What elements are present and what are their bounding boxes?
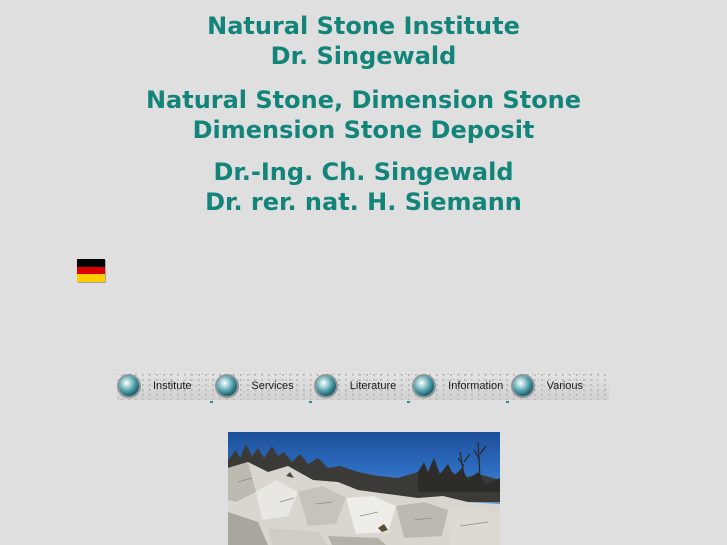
orb-bullet-icon bbox=[119, 376, 139, 396]
people-block: Dr.-Ing. Ch. Singewald Dr. rer. nat. H. … bbox=[0, 157, 727, 217]
nav-item-literature[interactable]: Literature bbox=[314, 372, 412, 403]
link-underline-mark bbox=[308, 401, 312, 403]
link-underline-mark bbox=[505, 401, 509, 403]
marble-quarry-photo bbox=[228, 432, 500, 545]
quarry-illustration bbox=[228, 441, 500, 545]
orb-bullet-icon bbox=[512, 376, 533, 396]
orb-bullet-icon bbox=[315, 376, 336, 396]
flag-stripe-gold bbox=[77, 274, 105, 283]
nav-label-information: Information bbox=[448, 380, 504, 392]
nav-label-institute: Institute bbox=[153, 380, 192, 392]
link-underline-mark bbox=[407, 401, 411, 403]
person-2: Dr. rer. nat. H. Siemann bbox=[205, 188, 522, 216]
flag-stripe-red bbox=[77, 266, 105, 275]
main-navigation: Institute Services Literature Informatio… bbox=[117, 372, 609, 403]
german-flag-icon[interactable] bbox=[77, 259, 105, 283]
page: Natural Stone Institute Dr. Singewald Na… bbox=[0, 0, 727, 545]
nav-item-institute[interactable]: Institute bbox=[117, 372, 215, 403]
topic-line-1: Natural Stone, Dimension Stone bbox=[145, 86, 582, 114]
topic-line-2: Dimension Stone Deposit bbox=[192, 116, 535, 144]
topic-block: Natural Stone, Dimension Stone Dimension… bbox=[0, 85, 727, 145]
nav-item-information[interactable]: Information bbox=[412, 372, 510, 403]
link-underline-mark bbox=[210, 401, 214, 403]
nav-label-literature: Literature bbox=[349, 380, 397, 392]
institute-title: Natural Stone Institute bbox=[207, 12, 520, 40]
institute-title-block: Natural Stone Institute Dr. Singewald bbox=[0, 11, 727, 71]
person-1: Dr.-Ing. Ch. Singewald bbox=[213, 158, 514, 186]
orb-bullet-icon bbox=[217, 376, 238, 396]
orb-bullet-icon bbox=[414, 376, 435, 396]
nav-item-various[interactable]: Various bbox=[511, 372, 609, 400]
nav-label-various: Various bbox=[546, 380, 584, 392]
institute-subtitle: Dr. Singewald bbox=[270, 42, 457, 70]
nav-item-services[interactable]: Services bbox=[215, 372, 313, 403]
nav-label-services: Services bbox=[251, 380, 294, 392]
flag-stripe-black bbox=[77, 259, 105, 267]
